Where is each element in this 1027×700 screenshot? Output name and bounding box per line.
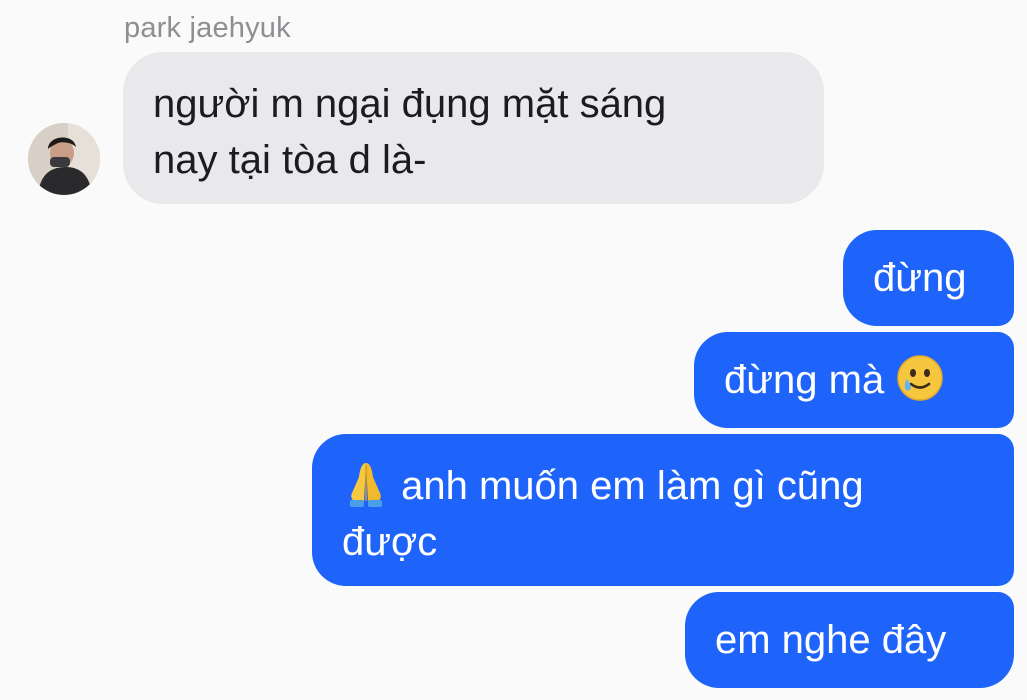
message-text: em nghe đây [715, 618, 947, 662]
message-line: anh muốn em làm gì cũng [342, 458, 984, 514]
outgoing-message[interactable]: em nghe đây [685, 592, 1014, 688]
outgoing-message[interactable]: đừng mà [694, 332, 1014, 428]
message-line: được [342, 520, 438, 564]
sender-name: park jaehyuk [124, 12, 291, 44]
message-line: người m ngại đụng mặt sáng [153, 82, 667, 126]
message-text: đừng [873, 256, 967, 300]
outgoing-message[interactable]: đừng [843, 230, 1014, 326]
folded-hands-icon [342, 459, 390, 509]
outgoing-message[interactable]: anh muốn em làm gì cũng được [312, 434, 1014, 586]
message-text: đừng mà [724, 358, 885, 402]
avatar[interactable] [28, 123, 100, 195]
smiling-face-with-tear-icon [895, 353, 945, 403]
incoming-message[interactable]: người m ngại đụng mặt sáng nay tại tòa d… [123, 52, 824, 204]
avatar-photo-icon [28, 123, 100, 195]
message-line: nay tại tòa d là- [153, 138, 427, 182]
message-text: anh muốn em làm gì cũng [401, 464, 864, 508]
